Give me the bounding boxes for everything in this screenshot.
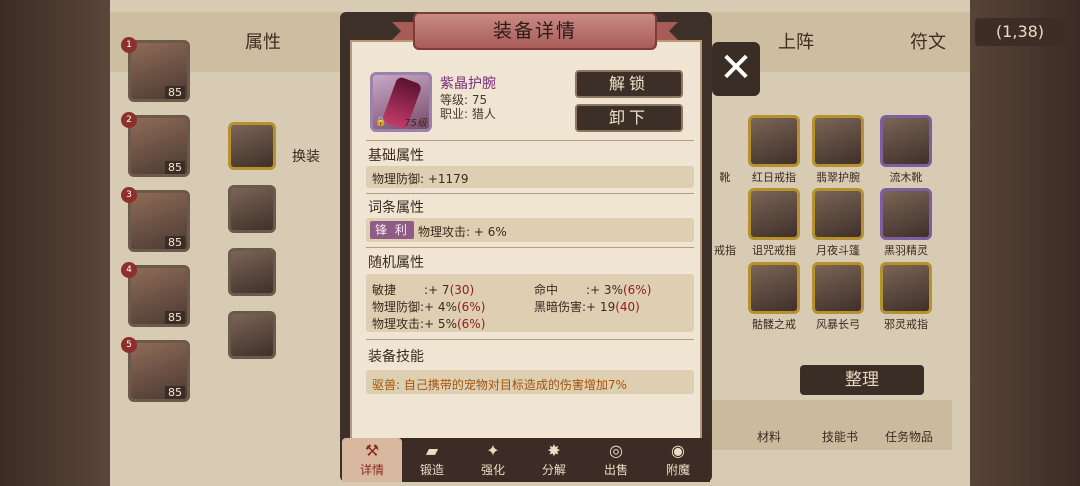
tab-label: 附魔 [665, 463, 690, 477]
character-avatar[interactable]: 1 85 [121, 37, 190, 102]
inventory-slot[interactable] [880, 115, 932, 167]
character-number: 1 [121, 37, 137, 53]
tab-decompose[interactable]: ✸ 分解 [524, 438, 584, 482]
tab-enhance[interactable]: ✦ 强化 [463, 438, 523, 482]
item-label: 风暴长弓 [816, 318, 860, 331]
inventory-slot[interactable] [812, 115, 864, 167]
tab-enchant[interactable]: ◉ 附魔 [648, 438, 708, 482]
skill-title: 装备技能 [368, 349, 424, 365]
unlock-button[interactable]: 解锁 [575, 70, 683, 98]
top-right-value: (1,38) [975, 18, 1065, 46]
divider [366, 193, 694, 194]
tab-attributes[interactable]: 属性 [245, 28, 281, 54]
character-number: 3 [121, 187, 137, 203]
inventory-slot[interactable] [748, 188, 800, 240]
item-label: 月夜斗篷 [816, 244, 860, 257]
tab-sell[interactable]: ◎ 出售 [586, 438, 646, 482]
random-attr-left: 物理防御:+ 4%(6%) [372, 300, 486, 314]
sort-button[interactable]: 整理 [800, 365, 924, 395]
character-avatar[interactable]: 4 85 [121, 262, 190, 327]
equip-slot[interactable] [228, 185, 276, 233]
item-label: 邪灵戒指 [884, 318, 928, 331]
divider [366, 339, 694, 340]
lock-icon: 🔒 [375, 117, 387, 127]
close-icon: ✕ [719, 45, 753, 91]
random-attr-left: 敏捷:+ 7(30) [372, 283, 475, 297]
tab-runes[interactable]: 符文 [910, 28, 946, 54]
background-right [960, 0, 1080, 486]
tab-label: 强化 [480, 463, 505, 477]
eye-icon: ◉ [671, 441, 685, 460]
tab-materials[interactable]: 材料 [757, 428, 781, 445]
divider [366, 140, 694, 141]
affix-attributes-title: 词条属性 [368, 200, 424, 216]
equip-slot[interactable] [228, 248, 276, 296]
inventory-slot[interactable] [880, 188, 932, 240]
random-attr-right: 命中:+ 3%(6%) [534, 283, 652, 297]
coins-icon: ◎ [609, 441, 623, 460]
base-attribute-line: 物理防御: +1179 [372, 172, 469, 186]
dialog-title: 装备详情 [413, 12, 657, 50]
character-avatar[interactable]: 5 85 [121, 337, 190, 402]
item-label: 红日戒指 [752, 171, 796, 184]
tab-skill-books[interactable]: 技能书 [822, 428, 858, 445]
divider [366, 247, 694, 248]
item-label: 诅咒戒指 [752, 244, 796, 257]
tab-quest-items[interactable]: 任务物品 [885, 428, 933, 445]
base-attributes-title: 基础属性 [368, 148, 424, 164]
anvil-icon: ▰ [425, 441, 439, 460]
equip-slot[interactable] [228, 122, 276, 170]
tab-label: 分解 [541, 463, 566, 477]
inventory-slot[interactable] [812, 188, 864, 240]
character-level: 85 [165, 161, 185, 174]
tab-label: 详情 [359, 463, 384, 477]
inventory-slot[interactable] [748, 262, 800, 314]
random-attr-left: 物理攻击:+ 5%(6%) [372, 317, 486, 331]
tab-deploy[interactable]: 上阵 [778, 28, 814, 54]
affix-attribute-line: 物理攻击: + 6% [418, 225, 507, 239]
random-attributes-title: 随机属性 [368, 255, 424, 271]
tab-forge[interactable]: ▰ 锻造 [402, 438, 462, 482]
character-avatar[interactable]: 3 85 [121, 187, 190, 252]
character-number: 2 [121, 112, 137, 128]
character-level: 85 [165, 386, 185, 399]
inventory-slot[interactable] [812, 262, 864, 314]
character-number: 5 [121, 337, 137, 353]
character-avatar[interactable]: 2 85 [121, 112, 190, 177]
tab-label: 出售 [603, 463, 628, 477]
item-label: 骷髅之戒 [752, 318, 796, 331]
hammer-icon: ⚒ [364, 441, 380, 460]
tab-details[interactable]: ⚒ 详情 [342, 438, 402, 482]
burst-icon: ✸ [547, 441, 561, 460]
swap-label[interactable]: 换装 [292, 146, 320, 166]
inventory-slot[interactable] [748, 115, 800, 167]
item-icon-level: 75级 [404, 118, 427, 129]
sparkle-icon: ✦ [486, 441, 500, 460]
character-level: 85 [165, 86, 185, 99]
skill-line: 驱兽: 自己携带的宠物对目标造成的伤害增加7% [372, 378, 627, 392]
affix-badge: 锋 利 [370, 221, 414, 239]
item-class: 职业: 猎人 [440, 107, 496, 121]
random-attr-right: 黑暗伤害:+ 19(40) [534, 300, 640, 314]
background-left [0, 0, 110, 486]
character-level: 85 [165, 311, 185, 324]
close-button[interactable]: ✕ [712, 42, 760, 96]
unequip-button[interactable]: 卸下 [575, 104, 683, 132]
tab-label: 锻造 [419, 463, 444, 477]
item-label: 翡翠护腕 [816, 171, 860, 184]
character-number: 4 [121, 262, 137, 278]
item-label: 黑羽精灵 [884, 244, 928, 257]
character-list: 1 85 2 85 3 85 4 85 5 85 [120, 30, 200, 460]
inventory-slot[interactable] [880, 262, 932, 314]
item-label: 流木靴 [889, 171, 923, 184]
item-icon: 🔒 75级 [370, 72, 432, 132]
affix-attributes-row [366, 218, 694, 242]
item-name: 紫晶护腕 [440, 76, 496, 92]
equip-slot[interactable] [228, 311, 276, 359]
character-level: 85 [165, 236, 185, 249]
